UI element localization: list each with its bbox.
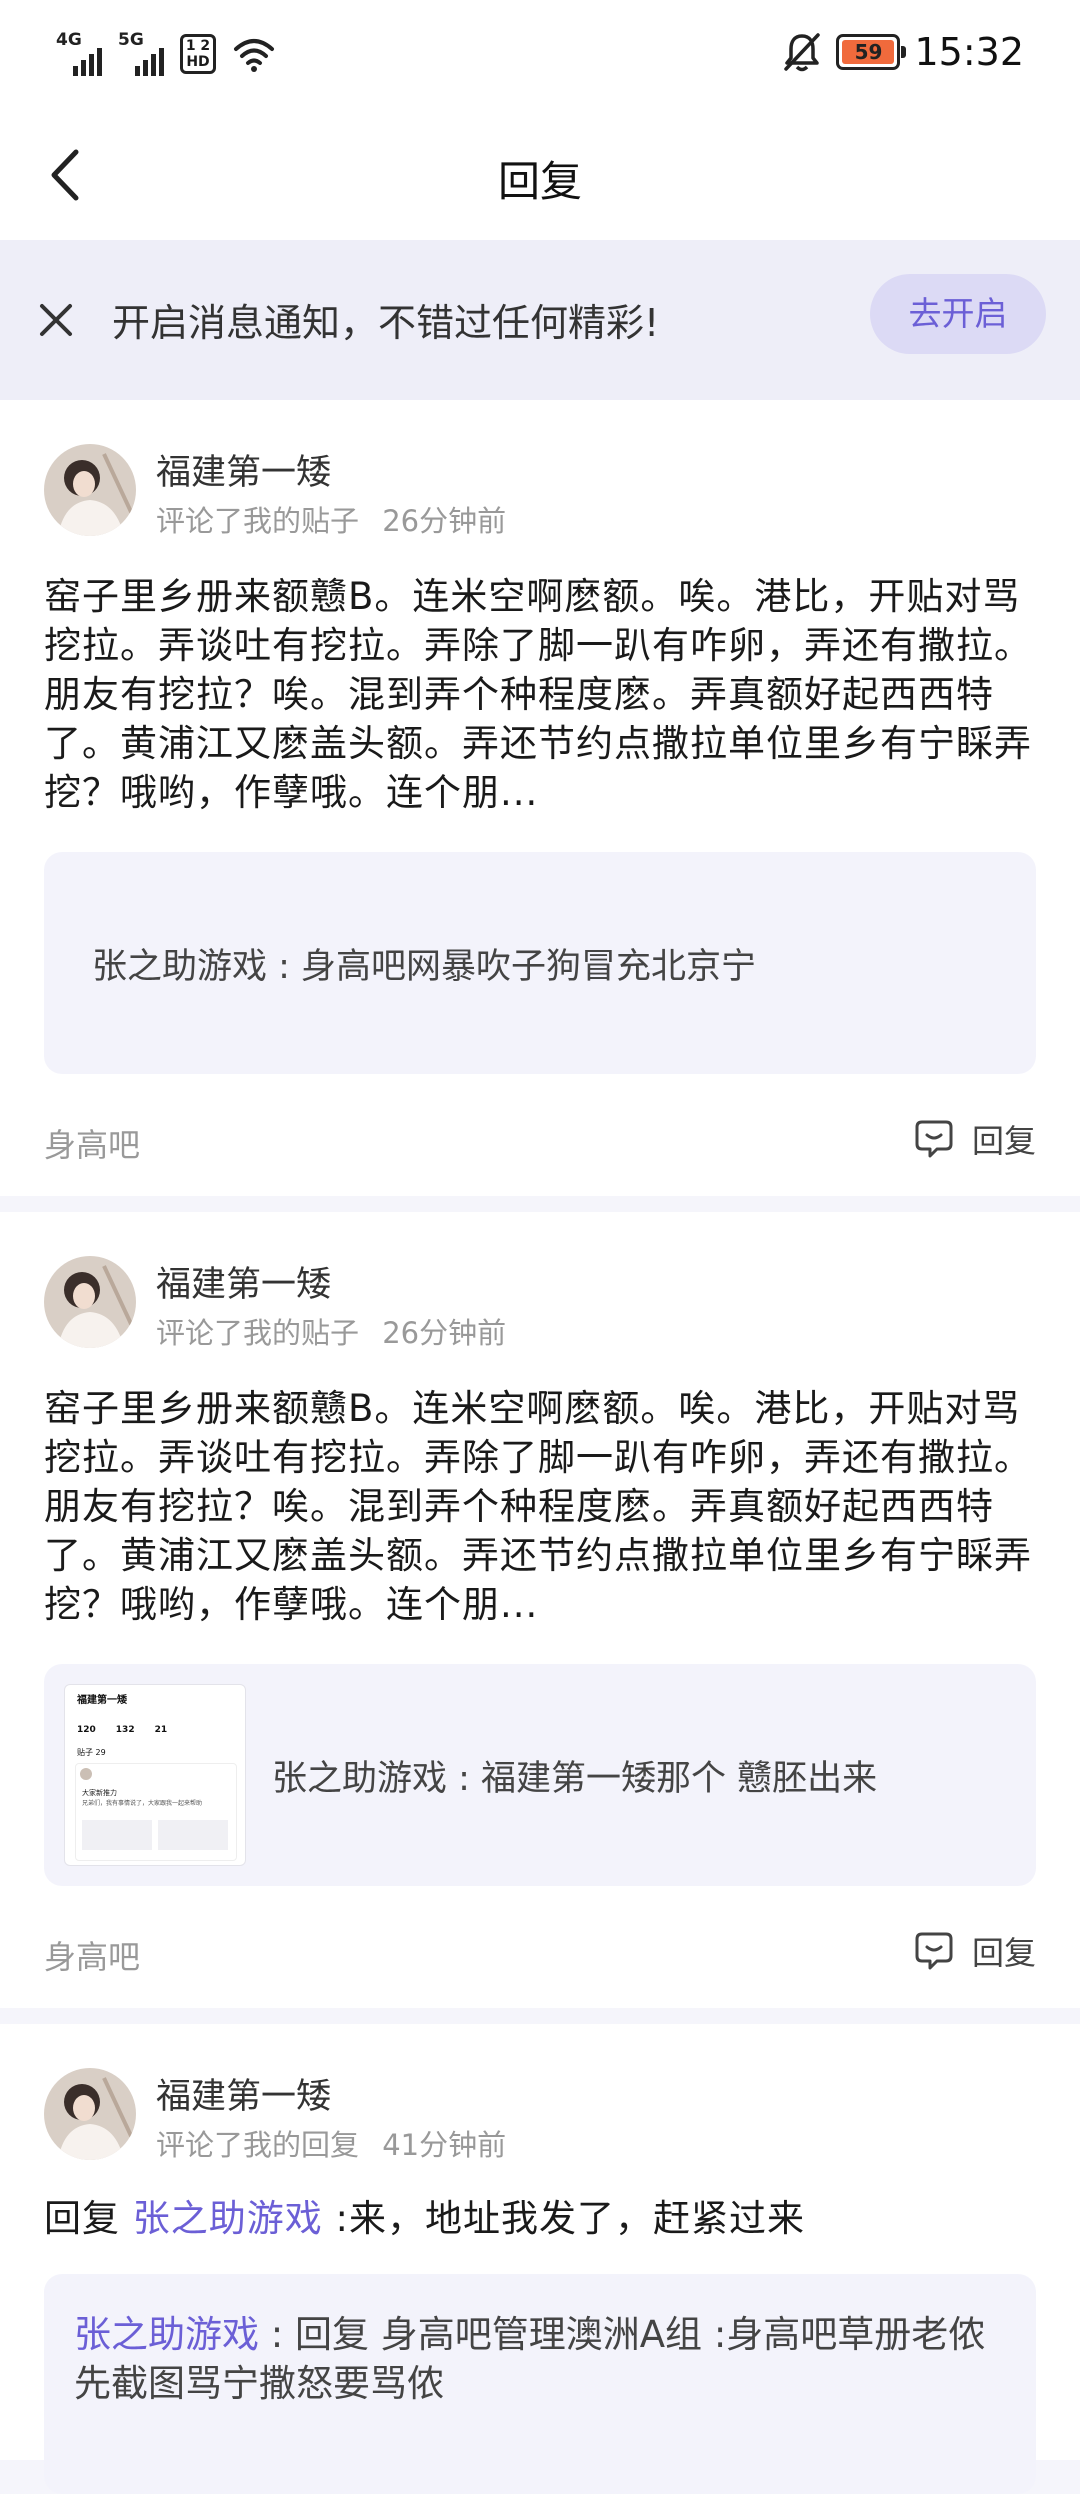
status-bar: 4G 5G 1 2 HD 59 15:32 <box>0 0 1080 110</box>
comment-icon <box>915 1120 953 1158</box>
comment-content[interactable]: 窑子里乡册来额戆B。连米空啊麽额。唉。港比，开贴对骂挖拉。弄谈吐有挖拉。弄除了脚… <box>44 572 1040 817</box>
signal-4g-label: 4G <box>56 30 82 50</box>
forum-name[interactable]: 身高吧 <box>44 1932 140 1978</box>
status-right: 59 15:32 <box>782 30 1024 74</box>
thumb-stat: 132 <box>115 1725 135 1735</box>
comment-icon <box>915 1932 953 1970</box>
original-post-quote[interactable]: 张之助游戏 : 身高吧网暴吹子狗冒充北京宁 <box>44 852 1036 1074</box>
original-post-quote[interactable]: 福建第一矮 120 132 21 贴子 29 大家新推力 兄弟们，我有事情说了，… <box>44 1664 1036 1886</box>
notification-banner: 开启消息通知，不错过任何精彩! 去开启 <box>0 240 1080 400</box>
original-reply-quote[interactable]: 张之助游戏 : 回复 身高吧管理澳洲A组 :身高吧草册老侬先截图骂宁撒怒要骂侬 <box>44 2274 1036 2494</box>
reply-button[interactable]: 回复 <box>914 1928 1036 1974</box>
reply-text: :来，地址我发了，赶紧过来 <box>335 2197 805 2240</box>
thumb-image <box>158 1820 228 1850</box>
user-name[interactable]: 福建第一矮 <box>156 2068 331 2119</box>
hd-icon: 1 2 HD <box>180 34 216 74</box>
wifi-icon <box>234 39 274 72</box>
user-name[interactable]: 福建第一矮 <box>156 444 331 495</box>
timestamp: 41分钟前 <box>382 2128 507 2162</box>
thumb-line: 大家新推力 <box>82 1789 117 1797</box>
thumb-image <box>82 1820 152 1850</box>
avatar[interactable] <box>44 444 136 536</box>
reply-button[interactable]: 回复 <box>914 1116 1036 1162</box>
quote-user-link[interactable]: 张之助游戏 <box>74 2313 259 2356</box>
battery-level: 59 <box>842 40 895 64</box>
status-left: 4G 5G 1 2 HD <box>56 30 276 76</box>
reply-card[interactable]: 福建第一矮 评论了我的贴子 26分钟前 窑子里乡册来额戆B。连米空啊麽额。唉。港… <box>0 400 1080 1196</box>
user-name[interactable]: 福建第一矮 <box>156 1256 331 1307</box>
comment-meta: 评论了我的回复 41分钟前 <box>156 2122 520 2164</box>
thumb-avatar <box>80 1768 92 1780</box>
notification-text: 开启消息通知，不错过任何精彩! <box>112 301 660 345</box>
forum-name[interactable]: 身高吧 <box>44 1120 140 1166</box>
action-text: 评论了我的回复 <box>156 2128 360 2162</box>
action-text: 评论了我的贴子 <box>156 1316 360 1350</box>
timestamp: 26分钟前 <box>382 1316 507 1350</box>
close-banner-button[interactable] <box>34 290 78 350</box>
battery-icon: 59 <box>836 34 907 70</box>
clock: 15:32 <box>914 30 1024 74</box>
timestamp: 26分钟前 <box>382 504 507 538</box>
reply-label: 回复 <box>971 1934 1036 1972</box>
reply-label: 回复 <box>971 1122 1036 1160</box>
thumb-stats: 120 132 21 <box>77 1725 167 1735</box>
close-icon <box>40 304 72 336</box>
signal-4g-icon: 4G <box>56 30 102 76</box>
enable-notification-button[interactable]: 去开启 <box>870 274 1046 354</box>
post-thumbnail: 福建第一矮 120 132 21 贴子 29 大家新推力 兄弟们，我有事情说了，… <box>64 1684 246 1866</box>
thumb-stat: 120 <box>77 1725 96 1735</box>
reply-target-link[interactable]: 张之助游戏 <box>133 2197 323 2240</box>
quote-text: 张之助游戏 : 福建第一矮那个 戆胚出来 <box>272 1759 878 1799</box>
page-title: 回复 <box>497 157 582 206</box>
comment-meta: 评论了我的贴子 26分钟前 <box>156 498 520 540</box>
reply-content[interactable]: 回复 张之助游戏 :来，地址我发了，赶紧过来 <box>44 2194 1040 2243</box>
quote-text: 张之助游戏 : 身高吧网暴吹子狗冒充北京宁 <box>92 947 757 987</box>
thumb-section: 贴子 29 <box>77 1748 106 1757</box>
quote-text: 张之助游戏 : 回复 身高吧管理澳洲A组 :身高吧草册老侬先截图骂宁撒怒要骂侬 <box>74 2310 1004 2408</box>
thumb-title: 福建第一矮 <box>77 1695 127 1706</box>
comment-content[interactable]: 窑子里乡册来额戆B。连米空啊麽额。唉。港比，开贴对骂挖拉。弄谈吐有挖拉。弄除了脚… <box>44 1384 1040 1629</box>
thumb-line: 兄弟们，我有事情说了，大家跟我一起来帮助 <box>82 1800 203 1807</box>
thumb-post: 大家新推力 兄弟们，我有事情说了，大家跟我一起来帮助 <box>75 1763 237 1861</box>
thumb-stat: 21 <box>154 1725 168 1735</box>
signal-5g-icon: 5G <box>118 30 164 76</box>
avatar[interactable] <box>44 2068 136 2160</box>
comment-meta: 评论了我的贴子 26分钟前 <box>156 1310 520 1352</box>
action-text: 评论了我的贴子 <box>156 504 360 538</box>
signal-5g-label: 5G <box>118 30 144 50</box>
reply-card[interactable]: 福建第一矮 评论了我的回复 41分钟前 回复 张之助游戏 :来，地址我发了，赶紧… <box>0 2024 1080 2494</box>
reply-card[interactable]: 福建第一矮 评论了我的贴子 26分钟前 窑子里乡册来额戆B。连米空啊麽额。唉。港… <box>0 1212 1080 2008</box>
nav-bar: 回复 <box>0 110 1080 240</box>
reply-prefix: 回复 <box>44 2197 120 2240</box>
mute-bell-icon <box>784 33 821 72</box>
avatar[interactable] <box>44 1256 136 1348</box>
